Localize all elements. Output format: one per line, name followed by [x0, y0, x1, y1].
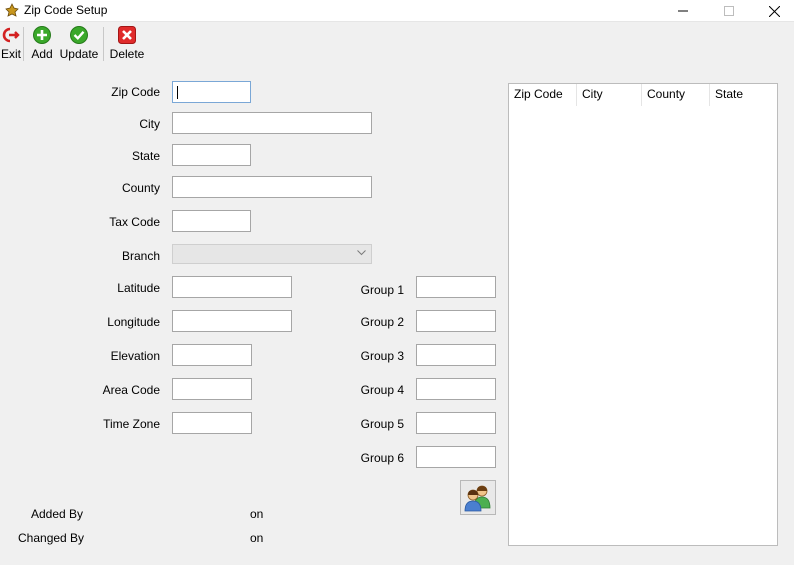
group1-input[interactable] [416, 276, 496, 298]
group2-input[interactable] [416, 310, 496, 332]
group5-input[interactable] [416, 412, 496, 434]
column-header-county[interactable]: County [642, 84, 710, 106]
grid-header: Zip Code City County State [509, 84, 777, 106]
close-icon [768, 5, 780, 17]
toolbar-separator [23, 27, 24, 61]
time-zone-input[interactable] [172, 412, 252, 434]
branch-label: Branch [121, 249, 160, 263]
city-input[interactable] [172, 112, 372, 134]
zip-code-label: Zip Code [111, 85, 160, 99]
area-code-input[interactable] [172, 378, 252, 400]
changed-by-label: Changed By [18, 531, 85, 545]
state-label: State [131, 149, 160, 163]
users-icon [464, 485, 491, 511]
latitude-label: Latitude [117, 281, 160, 295]
group6-label: Group 6 [360, 451, 404, 465]
title-bar: Zip Code Setup [0, 0, 794, 22]
changed-on-label: on [250, 531, 264, 545]
add-plus-icon [33, 26, 51, 44]
group4-label: Group 4 [360, 383, 404, 397]
group2-label: Group 2 [360, 315, 404, 329]
minimize-button[interactable] [660, 0, 706, 22]
window-title: Zip Code Setup [24, 3, 108, 17]
area-code-label: Area Code [102, 383, 160, 397]
county-label: County [121, 181, 160, 195]
text-caret [177, 86, 178, 99]
column-header-city[interactable]: City [577, 84, 642, 106]
city-label: City [139, 117, 160, 131]
toolbar-separator [103, 27, 104, 61]
time-zone-label: Time Zone [103, 417, 160, 431]
close-button[interactable] [751, 0, 794, 22]
users-button[interactable] [460, 480, 496, 515]
update-label: Update [59, 47, 99, 61]
longitude-label: Longitude [107, 315, 160, 329]
group3-label: Group 3 [360, 349, 404, 363]
latitude-input[interactable] [172, 276, 292, 298]
elevation-input[interactable] [172, 344, 252, 366]
column-header-state[interactable]: State [710, 84, 777, 106]
group1-label: Group 1 [360, 283, 404, 297]
maximize-button[interactable] [706, 0, 752, 22]
minimize-icon [678, 10, 688, 12]
delete-x-icon [118, 26, 136, 44]
update-button[interactable]: Update [58, 25, 100, 63]
group3-input[interactable] [416, 344, 496, 366]
exit-door-icon [2, 27, 20, 43]
added-by-label: Added By [31, 507, 84, 521]
exit-button[interactable]: Exit [0, 25, 22, 63]
delete-button[interactable]: Delete [108, 25, 146, 63]
checkmark-icon [70, 26, 88, 44]
toolbar: Exit Add Update Delete [0, 23, 794, 63]
longitude-input[interactable] [172, 310, 292, 332]
delete-label: Delete [109, 47, 145, 61]
state-input[interactable] [172, 144, 251, 166]
branch-select[interactable] [172, 244, 372, 264]
app-logo-icon [5, 3, 19, 17]
tax-code-input[interactable] [172, 210, 251, 232]
county-input[interactable] [172, 176, 372, 198]
maximize-icon [724, 6, 734, 16]
add-button[interactable]: Add [28, 25, 56, 63]
group6-input[interactable] [416, 446, 496, 468]
elevation-label: Elevation [110, 349, 160, 363]
zip-code-input[interactable] [172, 81, 251, 103]
tax-code-label: Tax Code [109, 215, 160, 229]
add-label: Add [31, 47, 53, 61]
group5-label: Group 5 [360, 417, 404, 431]
column-header-zip-code[interactable]: Zip Code [509, 84, 577, 106]
group4-input[interactable] [416, 378, 496, 400]
chevron-down-icon [357, 250, 366, 256]
exit-label: Exit [0, 47, 21, 61]
added-on-label: on [250, 507, 264, 521]
zip-code-grid[interactable]: Zip Code City County State [508, 83, 778, 546]
